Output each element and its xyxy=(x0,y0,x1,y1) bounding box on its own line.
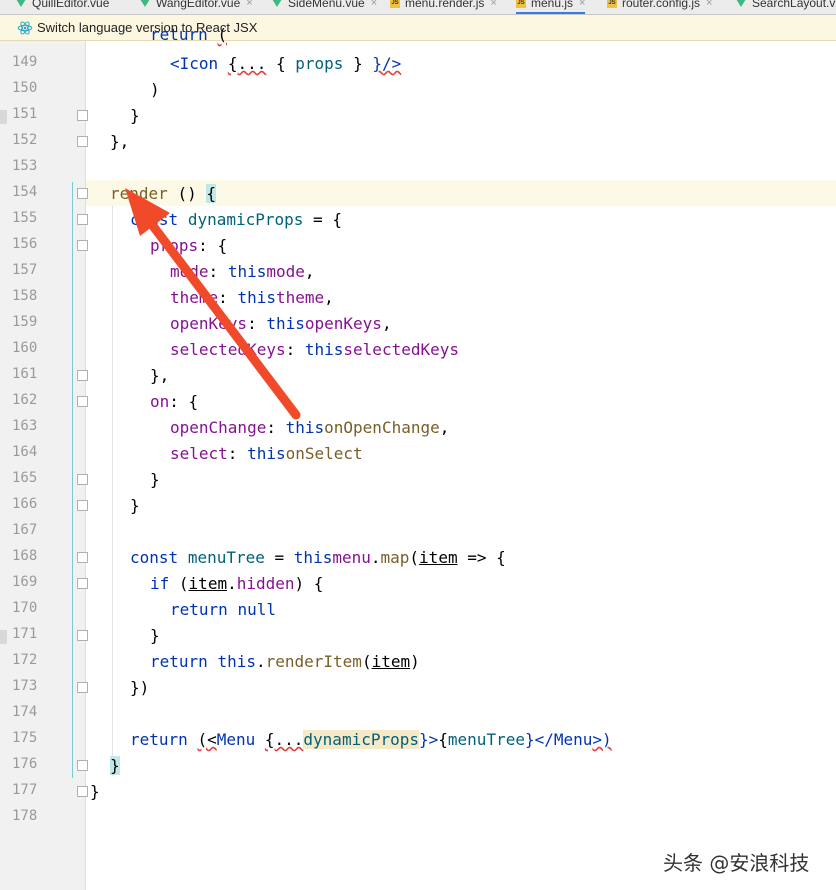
line-number: 156 xyxy=(12,236,38,252)
vue-file-icon xyxy=(736,0,746,7)
tab-menu-render[interactable]: JS menu.render.js × xyxy=(390,0,497,12)
code-line-164: select: thisonSelect xyxy=(170,444,363,463)
vue-file-icon xyxy=(16,0,26,7)
fold-marker[interactable] xyxy=(77,552,88,563)
close-icon[interactable]: × xyxy=(371,0,377,9)
language-switch-banner[interactable]: Switch language version to React JSX xyxy=(0,15,836,41)
line-number: 175 xyxy=(12,730,38,746)
react-icon xyxy=(17,20,33,35)
line-number: 177 xyxy=(12,782,38,798)
code-line-157: mode: thismode, xyxy=(170,262,315,281)
line-number: 155 xyxy=(12,210,38,226)
code-line-151: } xyxy=(130,106,140,125)
line-number: 166 xyxy=(12,496,38,512)
line-number: 165 xyxy=(12,470,38,486)
code-line-152: }, xyxy=(110,132,130,151)
tab-router-config[interactable]: JS router.config.js × xyxy=(607,0,712,12)
line-number: 164 xyxy=(12,444,38,460)
code-line-160: selectedKeys: thisselectedKeys xyxy=(170,340,459,359)
code-line-165: } xyxy=(150,470,160,489)
close-icon[interactable]: × xyxy=(706,0,712,9)
code-line-173: }) xyxy=(130,678,150,697)
fold-marker[interactable] xyxy=(77,630,88,641)
code-line-156: props: { xyxy=(150,236,228,255)
code-line-169: if (item.hidden) { xyxy=(150,574,324,593)
line-number: 154 xyxy=(12,184,38,200)
line-number: 171 xyxy=(12,626,38,642)
code-line-163: openChange: thisonOpenChange, xyxy=(170,418,450,437)
line-number: 153 xyxy=(12,158,38,174)
close-icon[interactable]: × xyxy=(579,0,585,9)
tab-sidemenu[interactable]: SideMenu.vue × xyxy=(272,0,377,12)
code-line-175: return (<Menu {...dynamicProps}>{menuTre… xyxy=(130,730,612,749)
line-number: 151 xyxy=(12,106,38,122)
code-line-170: return null xyxy=(170,600,276,619)
code-line-177: } xyxy=(90,782,100,801)
line-number: 176 xyxy=(12,756,38,772)
fold-marker[interactable] xyxy=(77,110,88,121)
code-line-150: ) xyxy=(150,80,160,99)
fold-marker[interactable] xyxy=(77,188,88,199)
fold-marker[interactable] xyxy=(77,500,88,511)
line-number: 159 xyxy=(12,314,38,330)
fold-marker[interactable] xyxy=(77,682,88,693)
line-number: 150 xyxy=(12,80,38,96)
code-line-158: theme: thistheme, xyxy=(170,288,334,307)
js-file-icon: JS xyxy=(607,0,617,8)
fold-marker[interactable] xyxy=(77,786,88,797)
line-number: 173 xyxy=(12,678,38,694)
close-icon[interactable]: × xyxy=(246,0,252,9)
code-line-176: } xyxy=(110,756,120,775)
code-line-161: }, xyxy=(150,366,170,385)
gutter-marker xyxy=(0,630,7,644)
code-line-154: render () { xyxy=(110,184,216,203)
fold-marker[interactable] xyxy=(77,370,88,381)
line-number: 169 xyxy=(12,574,38,590)
fold-marker[interactable] xyxy=(77,760,88,771)
line-number: 158 xyxy=(12,288,38,304)
code-line-171: } xyxy=(150,626,160,645)
fold-marker[interactable] xyxy=(77,136,88,147)
gutter-marker xyxy=(0,110,7,124)
watermark: 头条 @安浪科技 xyxy=(663,851,810,875)
fold-marker[interactable] xyxy=(77,214,88,225)
code-line-172: return this.renderItem(item) xyxy=(150,652,420,671)
line-number: 174 xyxy=(12,704,38,720)
js-file-icon: JS xyxy=(516,0,526,8)
fold-marker[interactable] xyxy=(77,474,88,485)
fold-marker[interactable] xyxy=(77,396,88,407)
vue-file-icon xyxy=(140,0,150,7)
line-number: 170 xyxy=(12,600,38,616)
line-number: 172 xyxy=(12,652,38,668)
close-icon[interactable]: × xyxy=(490,0,496,9)
tab-menu-js[interactable]: JS menu.js × xyxy=(516,0,586,14)
tab-quilleditor[interactable]: QuillEditor.vue xyxy=(16,0,109,12)
tab-searchlayout[interactable]: SearchLayout.vue xyxy=(736,0,836,12)
vue-file-icon xyxy=(272,0,282,7)
indent-guide xyxy=(72,182,73,778)
editor-tab-bar: QuillEditor.vue WangEditor.vue × SideMenu… xyxy=(0,0,836,15)
code-line-162: on: { xyxy=(150,392,199,411)
code-line-155: const dynamicProps = { xyxy=(130,210,342,229)
line-number: 149 xyxy=(12,54,38,70)
line-number: 178 xyxy=(12,808,38,824)
code-line-148: return ( xyxy=(150,25,228,44)
js-file-icon: JS xyxy=(390,0,400,8)
indent-guide xyxy=(112,206,113,776)
fold-marker[interactable] xyxy=(77,578,88,589)
line-number: 152 xyxy=(12,132,38,148)
line-number: 168 xyxy=(12,548,38,564)
code-line-149: <Icon {... { props } }/> xyxy=(170,54,402,73)
line-number: 160 xyxy=(12,340,38,356)
fold-marker[interactable] xyxy=(77,240,88,251)
line-number: 157 xyxy=(12,262,38,278)
code-line-166: } xyxy=(130,496,140,515)
line-number: 163 xyxy=(12,418,38,434)
code-line-168: const menuTree = thismenu.map(item => { xyxy=(130,548,506,567)
line-number: 161 xyxy=(12,366,38,382)
code-line-159: openKeys: thisopenKeys, xyxy=(170,314,392,333)
line-number: 162 xyxy=(12,392,38,408)
line-number: 167 xyxy=(12,522,38,538)
tab-wangeditor[interactable]: WangEditor.vue × xyxy=(140,0,253,12)
